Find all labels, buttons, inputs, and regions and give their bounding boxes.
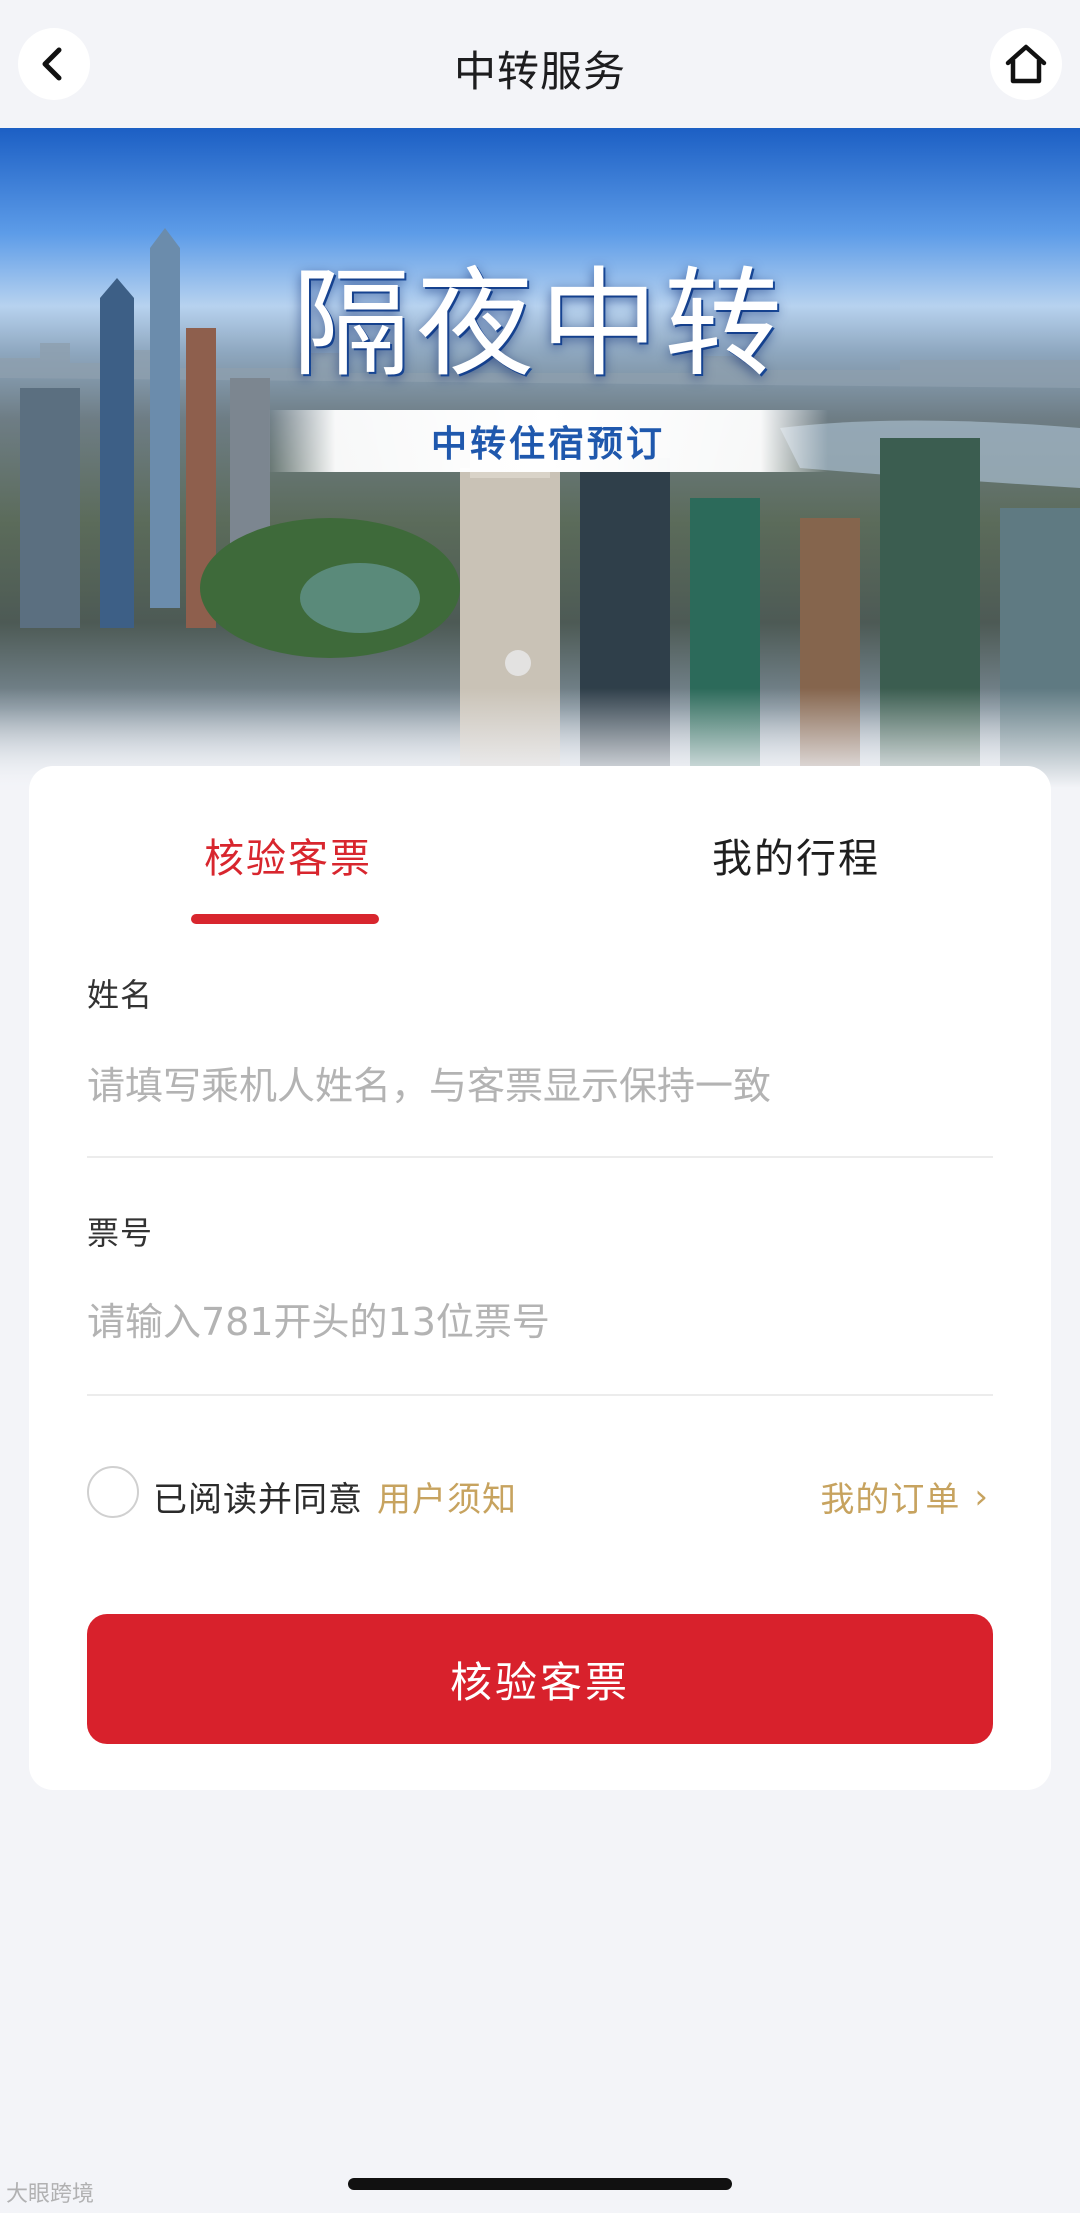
promo-banner[interactable]: 隔夜中转 中转住宿预订 [0,128,1080,788]
divider [87,1394,993,1396]
home-icon [1005,44,1047,84]
ticket-number-input[interactable] [87,1282,993,1362]
verify-ticket-button[interactable]: 核验客票 [87,1614,993,1744]
home-button[interactable] [990,28,1062,100]
divider [87,1156,993,1158]
carousel-indicator [505,650,531,676]
ticket-label: 票号 [87,1214,154,1252]
agreement-checkbox[interactable] [87,1466,139,1518]
active-tab-indicator [191,914,379,924]
verify-card: 核验客票 我的行程 姓名 票号 已阅读并同意 用户须知 我的订单 › 核验客票 [29,766,1051,1790]
user-notice-link[interactable]: 用户须知 [377,1472,517,1521]
name-input[interactable] [87,1046,993,1126]
tab-my-trips[interactable]: 我的行程 [712,826,880,884]
watermark: 大眼跨境 [6,2182,95,2207]
tab-verify-ticket[interactable]: 核验客票 [204,826,372,884]
banner-subtitle: 中转住宿预订 [430,424,665,465]
nav-bar: 中转服务 [0,0,1080,128]
banner-ribbon: 中转住宿预订 [268,410,828,472]
page: 中转服务 隔夜中转 中转住宿预订 核验客票 我的行程 姓名 请填写乘机人姓名，与… [0,0,1080,2213]
my-orders-link[interactable]: 我的订单 › [820,1472,989,1521]
name-label: 姓名 [87,976,154,1014]
my-orders-label: 我的订单 [820,1480,961,1520]
page-title: 中转服务 [453,47,626,96]
banner-title: 隔夜中转 [291,255,788,393]
chevron-right-icon: › [974,1476,989,1517]
home-indicator[interactable] [348,2178,732,2190]
agreement-text: 已阅读并同意 [153,1480,363,1520]
